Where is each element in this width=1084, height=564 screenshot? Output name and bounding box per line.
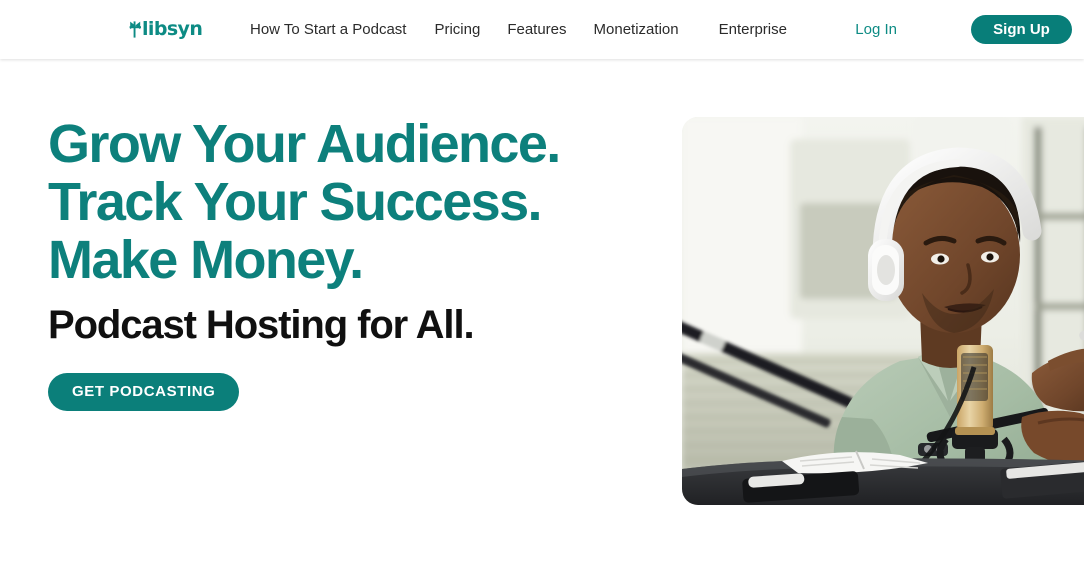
libsyn-bowtie-icon bbox=[129, 20, 142, 38]
sign-up-button[interactable]: Sign Up bbox=[971, 15, 1072, 44]
hero-headline-line-3: Make Money. bbox=[48, 230, 364, 290]
hero-headline: Grow Your Audience. Track Your Success. … bbox=[48, 115, 668, 289]
log-in-link[interactable]: Log In bbox=[855, 21, 897, 38]
get-podcasting-button[interactable]: GET PODCASTING bbox=[48, 373, 240, 411]
hero-image bbox=[682, 117, 1084, 505]
libsyn-logo-text: libsyn bbox=[142, 17, 203, 40]
hero-copy: Grow Your Audience. Track Your Success. … bbox=[48, 115, 668, 411]
nav-item-pricing[interactable]: Pricing bbox=[434, 22, 480, 37]
site-header: libsyn How To Start a Podcast Pricing Fe… bbox=[0, 0, 1084, 59]
hero-headline-line-1: Grow Your Audience. bbox=[48, 114, 561, 174]
nav-item-features[interactable]: Features bbox=[507, 22, 566, 37]
main-navigation: How To Start a Podcast Pricing Features … bbox=[250, 0, 831, 59]
hero-subheadline: Podcast Hosting for All. bbox=[48, 303, 475, 347]
hero-section: Grow Your Audience. Track Your Success. … bbox=[0, 59, 1084, 564]
nav-item-monetization[interactable]: Monetization bbox=[594, 22, 679, 37]
libsyn-logo[interactable]: libsyn bbox=[129, 17, 203, 40]
hero-headline-line-2: Track Your Success. bbox=[48, 172, 543, 232]
nav-item-enterprise[interactable]: Enterprise bbox=[719, 22, 787, 37]
nav-item-how-to-start-a-podcast[interactable]: How To Start a Podcast bbox=[250, 22, 406, 37]
